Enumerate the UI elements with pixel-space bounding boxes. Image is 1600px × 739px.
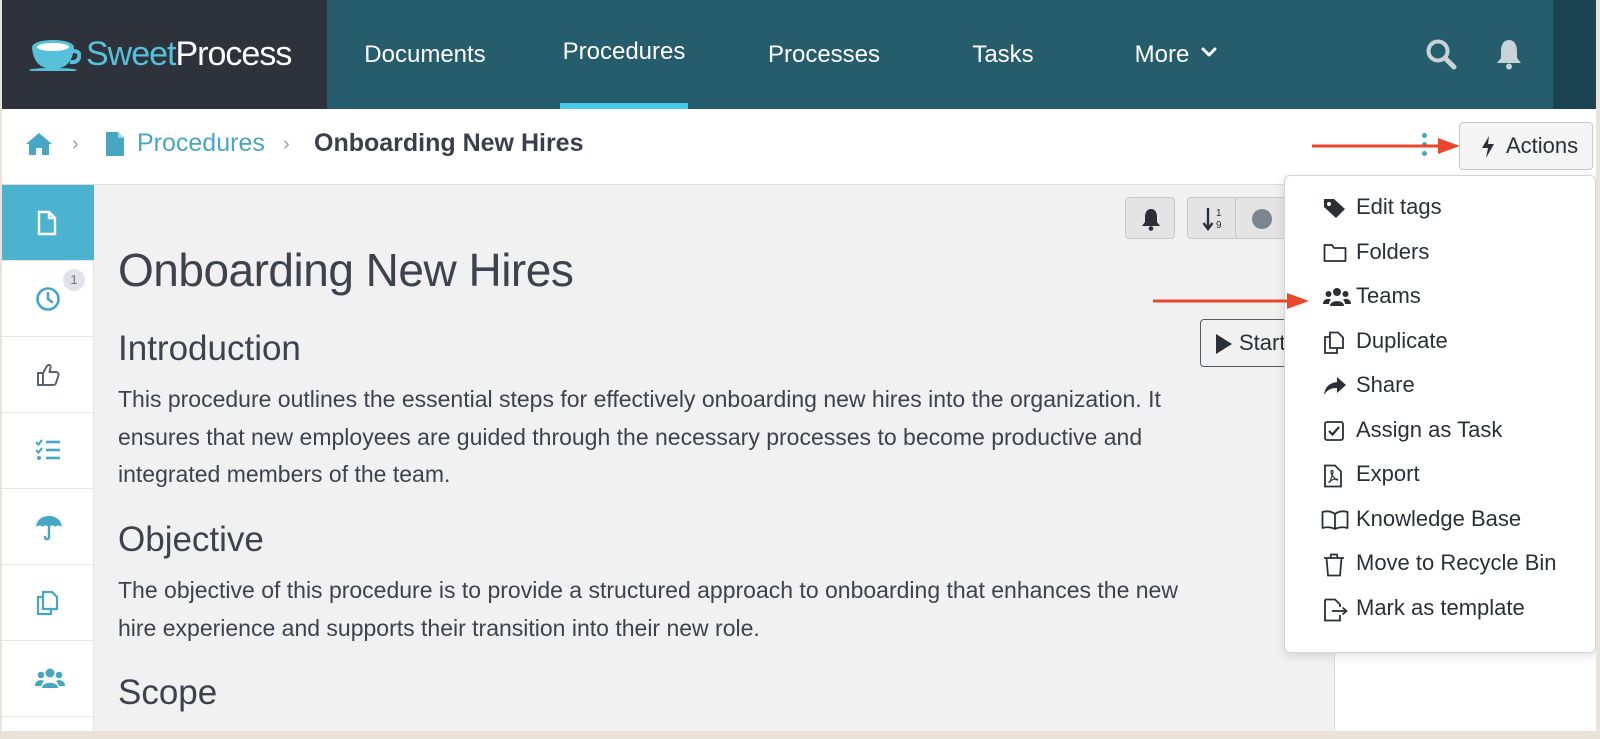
- bolt-icon: [1482, 136, 1494, 158]
- pdf-file-icon: [1324, 464, 1342, 488]
- checklist-icon: [35, 439, 60, 460]
- menu-item-label: Export: [1356, 461, 1420, 486]
- thumbs-up-icon: [37, 363, 60, 386]
- section-heading-scope: Scope: [118, 673, 218, 712]
- document-icon: [106, 132, 124, 156]
- rail-item-approvals[interactable]: [2, 337, 94, 413]
- rail-item-related[interactable]: [2, 565, 94, 641]
- app-window: SweetProcess Documents Procedures Proces…: [2, 0, 1596, 731]
- nav-more[interactable]: More: [1131, 0, 1193, 109]
- document-content: 1 9 Start Onboarding New Hires Introduct…: [94, 185, 1334, 731]
- menu-item-knowledge-base[interactable]: Knowledge Base: [1285, 497, 1595, 542]
- svg-text:1: 1: [1216, 208, 1222, 219]
- menu-item-edit-tags[interactable]: Edit tags: [1285, 185, 1595, 230]
- section-text-objective: The objective of this procedure is to pr…: [118, 577, 1178, 641]
- menu-item-label: Mark as template: [1356, 595, 1525, 620]
- menu-item-move-to-recycle-bin[interactable]: Move to Recycle Bin: [1285, 541, 1595, 586]
- menu-item-export[interactable]: Export: [1285, 452, 1595, 497]
- actions-button-label: Actions: [1506, 133, 1579, 158]
- menu-item-share[interactable]: Share: [1285, 363, 1595, 408]
- svg-text:9: 9: [1216, 220, 1222, 231]
- nav-processes[interactable]: Processes: [765, 0, 883, 109]
- top-navigation-bar: SweetProcess Documents Procedures Proces…: [2, 0, 1596, 109]
- rail-item-document[interactable]: [2, 185, 94, 261]
- template-icon: [1324, 598, 1348, 622]
- brand-part-2: Process: [175, 35, 293, 73]
- home-icon[interactable]: [25, 131, 53, 157]
- users-icon: [1323, 288, 1351, 306]
- notify-button[interactable]: [1125, 197, 1175, 239]
- umbrella-icon: [36, 516, 62, 541]
- clock-icon: [36, 287, 60, 311]
- tag-icon: [1324, 199, 1345, 218]
- copy-icon: [36, 590, 59, 616]
- brand-wordmark: SweetProcess: [86, 35, 293, 74]
- menu-item-folders[interactable]: Folders: [1285, 230, 1595, 275]
- breadcrumb-separator: ›: [72, 133, 79, 155]
- document-icon: [37, 210, 57, 236]
- chevron-down-icon[interactable]: [1201, 46, 1217, 58]
- checkbox-icon: [1324, 421, 1344, 441]
- page-title: Onboarding New Hires: [118, 244, 574, 296]
- section-heading-objective: Objective: [118, 520, 264, 559]
- nav-tasks[interactable]: Tasks: [970, 0, 1036, 109]
- team-icon: [35, 668, 65, 688]
- menu-item-label: Teams: [1356, 283, 1421, 308]
- teacup-logo-icon: [29, 40, 81, 71]
- rail-item-steps[interactable]: [2, 413, 94, 489]
- menu-item-assign-as-task[interactable]: Assign as Task: [1285, 408, 1595, 453]
- nav-documents[interactable]: Documents: [360, 0, 490, 109]
- menu-item-label: Edit tags: [1356, 194, 1442, 219]
- section-text-introduction: This procedure outlines the essential st…: [118, 386, 1161, 487]
- left-rail: 1: [2, 185, 94, 731]
- menu-item-label: Move to Recycle Bin: [1356, 550, 1557, 575]
- annotation-arrow-actions: [1312, 138, 1460, 154]
- sort-numeric-icon: 1 9: [1202, 208, 1222, 231]
- nav-procedures[interactable]: Procedures: [560, 0, 688, 109]
- share-icon: [1324, 377, 1346, 395]
- menu-item-duplicate[interactable]: Duplicate: [1285, 319, 1595, 364]
- globe-icon: [1252, 209, 1272, 229]
- duplicate-icon: [1324, 331, 1344, 354]
- menu-item-teams[interactable]: Teams: [1285, 274, 1595, 319]
- breadcrumb-current: Onboarding New Hires: [314, 129, 584, 157]
- section-heading-introduction: Introduction: [118, 329, 301, 368]
- menu-item-label: Share: [1356, 372, 1415, 397]
- menu-item-label: Assign as Task: [1356, 417, 1503, 442]
- menu-item-label: Duplicate: [1356, 328, 1448, 353]
- play-icon: [1216, 334, 1232, 354]
- search-icon[interactable]: [1425, 38, 1457, 70]
- breadcrumb-procedures-link[interactable]: Procedures: [137, 129, 265, 158]
- book-icon: [1321, 510, 1349, 530]
- folder-icon: [1323, 244, 1347, 262]
- start-button-label: Start: [1239, 330, 1286, 355]
- menu-item-mark-as-template[interactable]: Mark as template: [1285, 586, 1595, 631]
- rail-item-history[interactable]: 1: [2, 261, 94, 337]
- rail-item-policies[interactable]: [2, 489, 94, 565]
- menu-item-label: Knowledge Base: [1356, 506, 1522, 531]
- bell-icon[interactable]: [1495, 38, 1523, 70]
- actions-dropdown-menu: Edit tags Folders Teams Duplicate Share …: [1284, 175, 1596, 653]
- rail-item-teams[interactable]: [2, 641, 94, 717]
- menu-item-label: Folders: [1356, 239, 1430, 264]
- brand-part-1: Sweet: [86, 35, 176, 73]
- trash-icon: [1324, 553, 1344, 577]
- annotation-arrow-teams: [1153, 293, 1309, 309]
- actions-button[interactable]: Actions: [1459, 122, 1593, 170]
- user-area[interactable]: [1553, 0, 1596, 109]
- history-count-badge: 1: [63, 269, 85, 291]
- bell-icon: [1142, 209, 1160, 231]
- breadcrumb-separator: ›: [283, 133, 290, 155]
- brand-area[interactable]: SweetProcess: [2, 0, 327, 109]
